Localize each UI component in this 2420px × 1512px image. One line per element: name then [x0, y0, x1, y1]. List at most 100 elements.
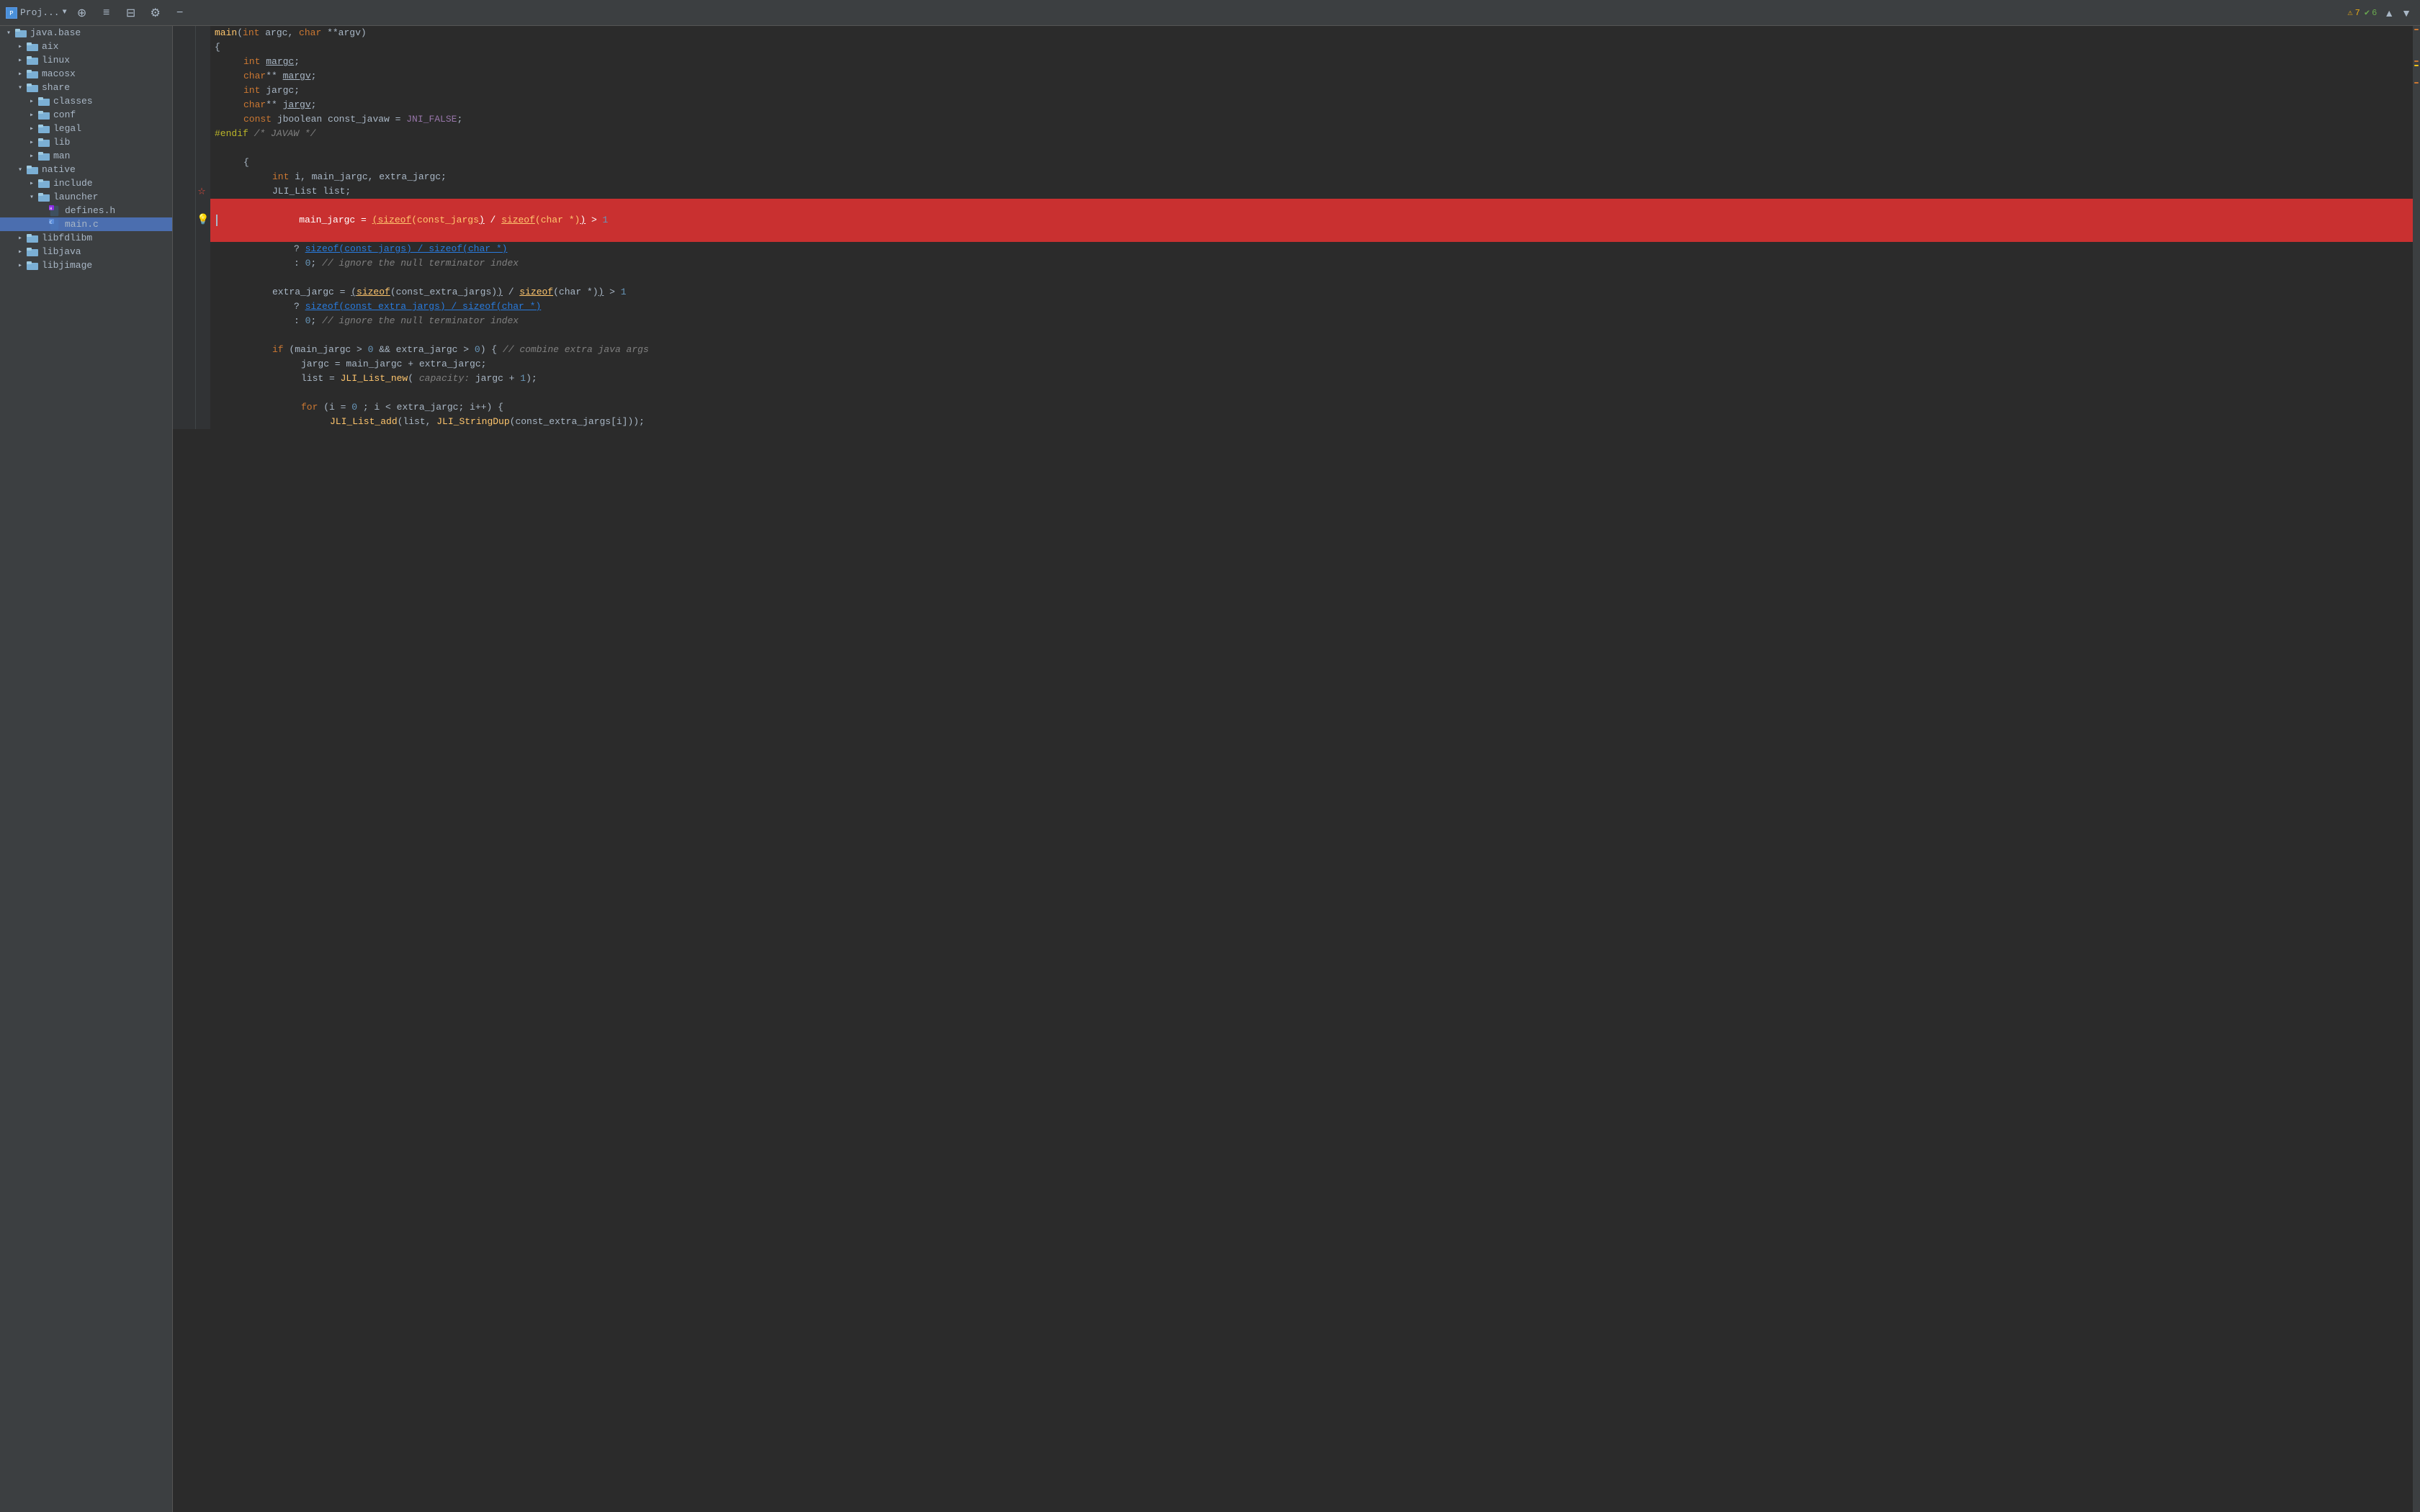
code-line: #endif /* JAVAW */: [173, 127, 2420, 141]
settings-button[interactable]: ⚙: [146, 4, 165, 22]
code-token: ;: [294, 55, 300, 69]
code-line: main(int argc, char **argv): [173, 26, 2420, 40]
sidebar-item-macosx[interactable]: ▸ macosx: [0, 67, 172, 81]
code-token: && extra_jargc >: [373, 343, 474, 357]
line-text[interactable]: : 0; // ignore the null terminator index: [210, 314, 547, 328]
line-text[interactable]: char** margv;: [210, 69, 345, 84]
line-number: [173, 400, 196, 415]
project-selector[interactable]: P Proj... ▼: [6, 7, 67, 19]
sidebar-item-lib[interactable]: ▸ lib: [0, 135, 172, 149]
code-token: JNI_FALSE: [406, 112, 457, 127]
line-text[interactable]: [210, 141, 249, 156]
line-text[interactable]: int jargc;: [210, 84, 328, 98]
line-text[interactable]: int margc;: [210, 55, 328, 69]
line-text[interactable]: const jboolean const_javaw = JNI_FALSE;: [210, 112, 491, 127]
sidebar-item-man[interactable]: ▸ man: [0, 149, 172, 163]
line-text[interactable]: jargc = main_jargc + extra_jargc;: [210, 357, 515, 372]
sidebar-item-main-c[interactable]: C main.c: [0, 217, 172, 231]
code-token: 0: [351, 400, 357, 415]
code-token: int: [272, 170, 289, 184]
collapse-arrow: ▾: [14, 166, 26, 174]
expand-arrow: ▸: [26, 97, 37, 106]
expand-arrow: ▸: [14, 42, 26, 51]
line-text[interactable]: main(int argc, char **argv): [210, 26, 395, 40]
line-text[interactable]: main_jargc = (sizeof(const_jargs) / size…: [210, 199, 637, 242]
minimize-button[interactable]: −: [171, 4, 189, 22]
line-text[interactable]: [210, 328, 249, 343]
line-margin: [196, 328, 210, 343]
sidebar-item-libjava[interactable]: ▸ libjava: [0, 245, 172, 258]
code-token: int: [243, 55, 260, 69]
code-token: for: [301, 400, 318, 415]
line-number: [173, 55, 196, 69]
sidebar-item-libjimage[interactable]: ▸ libjimage: [0, 258, 172, 272]
code-token: int: [243, 84, 260, 98]
line-text[interactable]: ? sizeof(const_extra_jargs) / sizeof(cha…: [210, 300, 570, 314]
line-margin: [196, 357, 210, 372]
success-badge[interactable]: ✔ 6: [2365, 7, 2377, 18]
sidebar-item-defines-h[interactable]: H defines.h: [0, 204, 172, 217]
sidebar-item-java-base[interactable]: ▾ java.base: [0, 26, 172, 40]
code-token: int: [243, 26, 259, 40]
svg-text:H: H: [50, 207, 52, 211]
code-token: /: [503, 285, 519, 300]
warning-badge[interactable]: ⚠ 7: [2347, 7, 2360, 18]
line-margin: [196, 256, 210, 271]
line-text[interactable]: JLI_List list;: [210, 184, 380, 199]
code-line: ? sizeof(const_jargs) / sizeof(char *): [173, 242, 2420, 256]
line-text[interactable]: char** jargv;: [210, 98, 345, 112]
expand-all-button[interactable]: ⊟: [122, 4, 140, 22]
sidebar-item-conf[interactable]: ▸ conf: [0, 108, 172, 122]
sidebar-item-legal[interactable]: ▸ legal: [0, 122, 172, 135]
code-line: [173, 141, 2420, 156]
code-token: JLI_List_add: [330, 415, 398, 429]
code-token: char: [243, 69, 266, 84]
line-number: [173, 184, 196, 199]
sidebar-item-label: conf: [53, 109, 76, 120]
sidebar-item-launcher[interactable]: ▾ launcher: [0, 190, 172, 204]
line-text[interactable]: #endif /* JAVAW */: [210, 127, 344, 141]
file-tree: ▾ java.base ▸ aix ▸ linux ▸: [0, 26, 173, 1512]
sidebar-item-include[interactable]: ▸ include: [0, 176, 172, 190]
code-line: {: [173, 40, 2420, 55]
line-text[interactable]: [210, 271, 249, 285]
sidebar-item-share[interactable]: ▾ share: [0, 81, 172, 94]
code-line: if (main_jargc > 0 && extra_jargc > 0) {…: [173, 343, 2420, 357]
sidebar-item-classes[interactable]: ▸ classes: [0, 94, 172, 108]
line-text[interactable]: list = JLI_List_new( capacity: jargc + 1…: [210, 372, 566, 386]
line-text[interactable]: {: [210, 40, 249, 55]
sidebar-item-native[interactable]: ▾ native: [0, 163, 172, 176]
nav-up-button[interactable]: ▲: [2381, 6, 2397, 20]
success-count: 6: [2372, 8, 2377, 18]
scroll-mark-2: [2414, 60, 2419, 62]
sidebar-item-aix[interactable]: ▸ aix: [0, 40, 172, 53]
line-text[interactable]: {: [210, 156, 278, 170]
line-text[interactable]: : 0; // ignore the null terminator index: [210, 256, 547, 271]
file-h-icon: H: [49, 206, 62, 216]
no-arrow: [37, 207, 49, 215]
line-text[interactable]: [210, 386, 249, 400]
nav-down-button[interactable]: ▼: [2398, 6, 2414, 20]
folder-icon: [14, 28, 27, 38]
line-text[interactable]: ? sizeof(const_jargs) / sizeof(char *): [210, 242, 536, 256]
sidebar-item-linux[interactable]: ▸ linux: [0, 53, 172, 67]
line-text[interactable]: JLI_List_add(list, JLI_StringDup(const_e…: [210, 415, 673, 429]
collapse-arrow: ▾: [3, 29, 14, 37]
line-text[interactable]: extra_jargc = (sizeof(const_extra_jargs)…: [210, 285, 655, 300]
collapse-all-button[interactable]: ≡: [97, 4, 116, 22]
add-button[interactable]: ⊕: [73, 4, 91, 22]
code-token: capacity:: [419, 372, 470, 386]
line-text[interactable]: int i, main_jargc, extra_jargc;: [210, 170, 475, 184]
sidebar-item-label: share: [42, 82, 70, 93]
code-editor[interactable]: main(int argc, char **argv) { int margc;: [173, 26, 2420, 1512]
code-token: ;: [310, 314, 322, 328]
code-token: margc: [266, 55, 294, 69]
line-text[interactable]: if (main_jargc > 0 && extra_jargc > 0) {…: [210, 343, 678, 357]
folder-icon: [26, 233, 39, 243]
sidebar-item-label: man: [53, 150, 70, 161]
code-token: 1: [520, 372, 526, 386]
code-token: char: [243, 98, 266, 112]
sidebar-item-libfdlibm[interactable]: ▸ libfdlibm: [0, 231, 172, 245]
line-text[interactable]: for (i = 0 ; i < extra_jargc; i++) {: [210, 400, 532, 415]
line-number: [173, 285, 196, 300]
